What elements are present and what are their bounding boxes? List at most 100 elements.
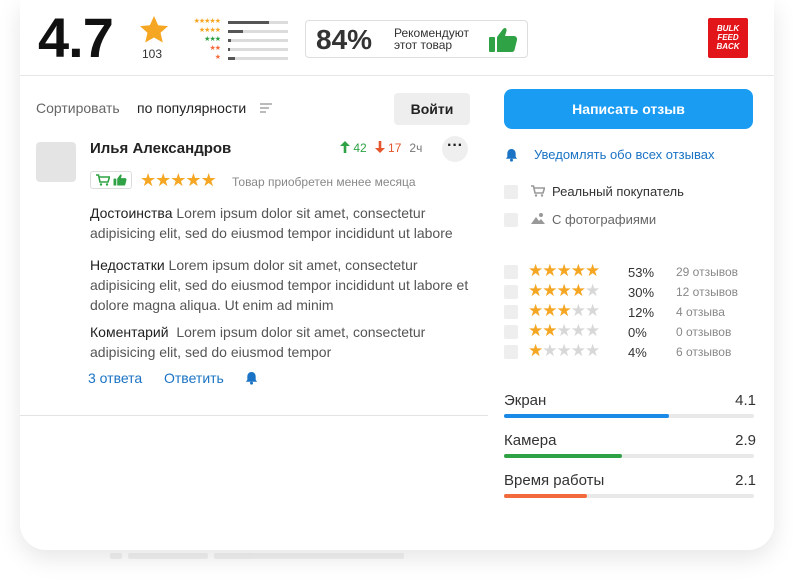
- star-icon: ★: [155, 170, 171, 190]
- star-icon: ★: [570, 341, 586, 360]
- review-divider: [20, 415, 488, 416]
- mini-bar: [228, 20, 288, 24]
- bell-icon: [505, 148, 518, 162]
- attribute-value: 4.1: [735, 392, 756, 409]
- recommend-box: 84% Рекомендуют этот товар: [305, 20, 528, 58]
- mini-bar-fill: [228, 56, 236, 60]
- mini-stars: ★★★★: [198, 27, 221, 34]
- brand-logo: BULK FEED BACK: [708, 18, 748, 58]
- attribute-bar-fill: [504, 494, 587, 498]
- more-options-button[interactable]: ···: [442, 136, 468, 162]
- star-icon: ★: [556, 301, 572, 320]
- rating-filter-checkbox[interactable]: [504, 305, 518, 319]
- rating-count: 12 отзывов: [676, 285, 739, 299]
- star-icon: ★: [542, 341, 557, 360]
- cart-icon: [531, 185, 545, 197]
- mini-dist-row: ★★★: [178, 36, 288, 44]
- mini-bar-fill: [228, 47, 230, 51]
- mini-stars: ★★★★★: [193, 18, 221, 25]
- filter-label-real-buyer[interactable]: Реальный покупатель: [552, 184, 684, 199]
- sort-icon[interactable]: [260, 103, 272, 113]
- bell-icon[interactable]: [245, 371, 258, 385]
- attribute-rating: Камера 2.9: [504, 432, 756, 462]
- sort-dropdown[interactable]: по популярности: [137, 100, 246, 116]
- star-icon: ★: [556, 321, 572, 340]
- downvote-count: 17: [388, 141, 402, 155]
- cons-label: Недостатки: [90, 257, 165, 273]
- star-icon: ★: [570, 301, 586, 320]
- filter-label-with-photos[interactable]: С фотографиями: [552, 212, 656, 227]
- review-votes: 42 17 2ч: [340, 141, 422, 155]
- sort-label: Сортировать: [36, 100, 120, 116]
- replies-link[interactable]: 3 ответа: [88, 370, 142, 386]
- photo-icon: [531, 213, 545, 224]
- cart-icon: [95, 174, 110, 186]
- mini-rating-distribution: ★★★★★ ★★★★ ★★★ ★★ ★: [178, 18, 288, 63]
- attribute-bar: [504, 414, 754, 418]
- next-review-preview: [110, 546, 430, 559]
- attribute-bar-fill: [504, 454, 622, 458]
- thumbs-up-icon: [489, 27, 518, 52]
- attribute-value: 2.9: [735, 432, 756, 449]
- review-author[interactable]: Илья Александров: [90, 140, 231, 157]
- mini-bar: [228, 47, 288, 51]
- review-comment: Коментарий Lorem ipsum dolor sit amet, c…: [90, 322, 482, 362]
- arrow-down-icon: [374, 141, 385, 153]
- thumbs-up-icon: [113, 174, 127, 186]
- reviews-widget: 4.7 103 ★★★★★ ★★★★ ★★★ ★★ ★ 84% Рекомендуют …: [20, 0, 774, 550]
- rating-filter-row[interactable]: ★★★★★ 12% 4 отзыва: [504, 301, 754, 321]
- rating-filter-checkbox[interactable]: [504, 325, 518, 339]
- upvote-button[interactable]: 42: [340, 141, 367, 155]
- buyer-badges: [90, 171, 132, 189]
- rating-filter-checkbox[interactable]: [504, 265, 518, 279]
- star-icon: ★: [585, 341, 600, 360]
- attribute-rating: Экран 4.1: [504, 392, 756, 422]
- rating-filter-row[interactable]: ★★★★★ 30% 12 отзывов: [504, 281, 754, 301]
- mini-bar: [228, 56, 288, 60]
- star-icon: [140, 16, 168, 43]
- attribute-bar: [504, 494, 754, 498]
- rating-count: 4 отзыва: [676, 305, 725, 319]
- mini-bar: [228, 29, 288, 33]
- rating-filter-row[interactable]: ★★★★★ 0% 0 отзывов: [504, 321, 754, 341]
- star-icon: ★: [185, 170, 201, 190]
- attribute-rating: Время работы 2.1: [504, 472, 756, 502]
- downvote-button[interactable]: 17: [374, 141, 402, 155]
- star-icon: ★: [528, 281, 543, 300]
- mini-bar-fill: [228, 38, 231, 42]
- review-time: 2ч: [409, 141, 423, 155]
- login-button[interactable]: Войти: [394, 93, 470, 125]
- star-icon: ★: [556, 281, 572, 300]
- filter-checkbox-real-buyer[interactable]: [504, 185, 518, 199]
- arrow-up-icon: [340, 141, 350, 153]
- star-icon: ★: [528, 341, 543, 360]
- review-pros: Достоинства Lorem ipsum dolor sit amet, …: [90, 203, 482, 243]
- rating-stars: ★★★★★: [528, 341, 600, 361]
- write-review-button[interactable]: Написать отзыв: [504, 89, 753, 129]
- star-icon: ★: [528, 261, 543, 280]
- upvote-count: 42: [353, 141, 367, 155]
- rating-filter-row[interactable]: ★★★★★ 4% 6 отзывов: [504, 341, 754, 361]
- review-rating-stars: ★★★★★: [140, 170, 217, 190]
- attribute-value: 2.1: [735, 472, 756, 489]
- avatar: [36, 142, 76, 182]
- mini-dist-row: ★★: [178, 45, 288, 53]
- mini-bar-fill: [228, 20, 269, 24]
- attribute-bar: [504, 454, 754, 458]
- mini-dist-row: ★★★★★: [178, 18, 288, 26]
- rating-percent: 30%: [628, 285, 655, 300]
- mini-stars: ★: [214, 54, 221, 61]
- rating-stars: ★★★★★: [528, 281, 600, 301]
- reply-link[interactable]: Ответить: [164, 370, 224, 386]
- rating-filter-checkbox[interactable]: [504, 285, 518, 299]
- pros-label: Достоинства: [90, 205, 173, 221]
- rating-count: 0 отзывов: [676, 325, 732, 339]
- mini-dist-row: ★★★★: [178, 27, 288, 35]
- attribute-name: Время работы: [504, 472, 605, 489]
- star-icon: ★: [570, 321, 586, 340]
- rating-percent: 4%: [628, 345, 647, 360]
- filter-checkbox-with-photos[interactable]: [504, 213, 518, 227]
- notify-all-reviews-link[interactable]: Уведомлять обо всех отзывах: [534, 147, 714, 162]
- rating-filter-row[interactable]: ★★★★★ 53% 29 отзывов: [504, 261, 754, 281]
- rating-filter-checkbox[interactable]: [504, 345, 518, 359]
